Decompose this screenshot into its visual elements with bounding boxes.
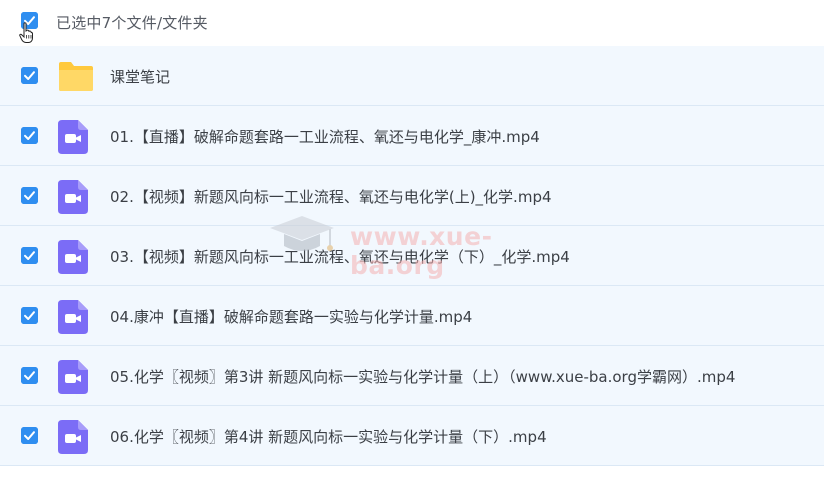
list-item[interactable]: 03.【视频】新题风向标一工业流程、氧还与电化学（下）_化学.mp4 xyxy=(0,226,824,286)
file-name[interactable]: 03.【视频】新题风向标一工业流程、氧还与电化学（下）_化学.mp4 xyxy=(110,246,570,267)
row-checkbox[interactable] xyxy=(21,307,38,324)
video-file-icon xyxy=(58,360,88,394)
row-checkbox[interactable] xyxy=(21,67,38,84)
checkmark-icon xyxy=(21,427,38,444)
hand-pointer-cursor-icon xyxy=(19,22,33,43)
list-item[interactable]: 05.化学〖视频〗第3讲 新题风向标一实验与化学计量（上）（www.xue-ba… xyxy=(0,346,824,406)
row-checkbox[interactable] xyxy=(21,427,38,444)
row-checkbox[interactable] xyxy=(21,127,38,144)
checkmark-icon xyxy=(21,247,38,264)
file-name[interactable]: 06.化学〖视频〗第4讲 新题风向标一实验与化学计量（下）.mp4 xyxy=(110,426,547,447)
checkmark-icon xyxy=(21,367,38,384)
file-name[interactable]: 课堂笔记 xyxy=(110,66,170,87)
list-item[interactable]: 课堂笔记 xyxy=(0,46,824,106)
video-file-icon xyxy=(58,420,88,454)
folder-icon xyxy=(59,62,93,91)
list-item[interactable]: 06.化学〖视频〗第4讲 新题风向标一实验与化学计量（下）.mp4 xyxy=(0,406,824,466)
selection-header: 已选中7个文件/文件夹 xyxy=(0,0,824,46)
row-checkbox[interactable] xyxy=(21,367,38,384)
video-file-icon xyxy=(58,300,88,334)
video-file-icon xyxy=(58,240,88,274)
list-item[interactable]: 04.康冲【直播】破解命题套路一实验与化学计量.mp4 xyxy=(0,286,824,346)
checkmark-icon xyxy=(21,67,38,84)
row-checkbox[interactable] xyxy=(21,187,38,204)
file-name[interactable]: 04.康冲【直播】破解命题套路一实验与化学计量.mp4 xyxy=(110,306,472,327)
list-item[interactable]: 02.【视频】新题风向标一工业流程、氧还与电化学(上)_化学.mp4 xyxy=(0,166,824,226)
checkmark-icon xyxy=(21,187,38,204)
file-name[interactable]: 01.【直播】破解命题套路一工业流程、氧还与电化学_康冲.mp4 xyxy=(110,126,540,147)
video-file-icon xyxy=(58,180,88,214)
list-item[interactable]: 01.【直播】破解命题套路一工业流程、氧还与电化学_康冲.mp4 xyxy=(0,106,824,166)
file-list: 课堂笔记 01.【直播】破解命题套路一工业流程、氧还与电化学_康冲.mp4 02… xyxy=(0,46,824,466)
checkmark-icon xyxy=(21,307,38,324)
selection-summary: 已选中7个文件/文件夹 xyxy=(56,14,208,32)
checkmark-icon xyxy=(21,127,38,144)
file-name[interactable]: 02.【视频】新题风向标一工业流程、氧还与电化学(上)_化学.mp4 xyxy=(110,186,552,207)
file-name[interactable]: 05.化学〖视频〗第3讲 新题风向标一实验与化学计量（上）（www.xue-ba… xyxy=(110,366,735,387)
video-file-icon xyxy=(58,120,88,154)
row-checkbox[interactable] xyxy=(21,247,38,264)
